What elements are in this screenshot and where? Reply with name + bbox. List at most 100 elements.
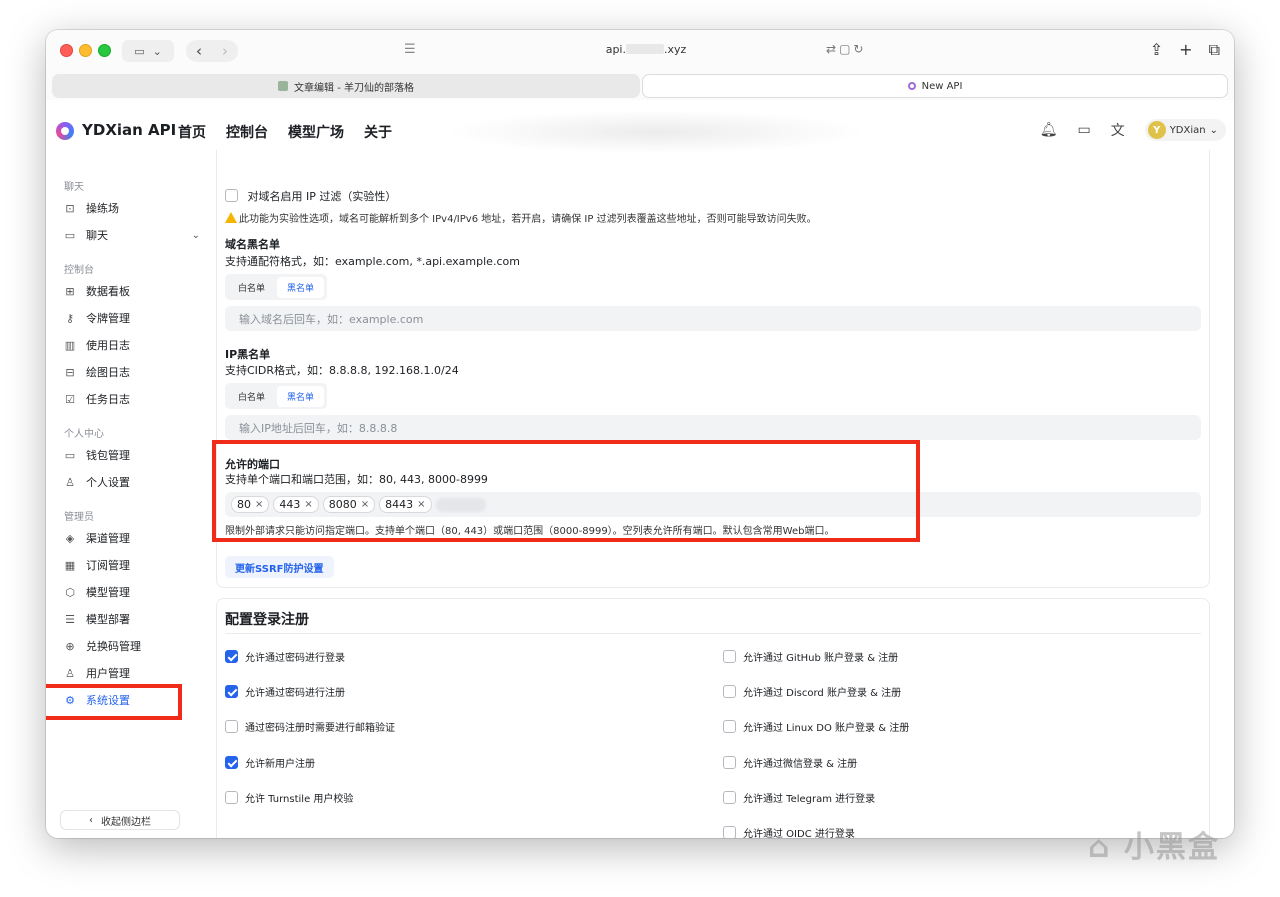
sidebar-panel-icon: ▭	[134, 44, 145, 58]
minimize-window-button[interactable]	[79, 44, 92, 57]
wallet-icon: ▭	[64, 448, 76, 462]
browser-tab-blog[interactable]: 文章编辑 - 羊刀仙的部落格	[52, 74, 640, 98]
option-linuxdo-login[interactable]: 允许通过 Linux DO 账户登录 & 注册	[723, 719, 909, 734]
sidebar-item-usage-log[interactable]: ▥ 使用日志	[64, 333, 200, 357]
sidebar-item-subscriptions[interactable]: ▦ 订阅管理	[64, 553, 200, 577]
domain-input[interactable]: 输入域名后回车，如：example.com	[225, 306, 1201, 331]
language-icon[interactable]: 文	[1111, 120, 1125, 140]
ip-whitelist-option[interactable]: 白名单	[228, 386, 275, 407]
sidebar-group-admin: 管理员	[64, 512, 94, 523]
option-turnstile[interactable]: 允许 Turnstile 用户校验	[225, 790, 353, 805]
sidebar-item-personal-settings[interactable]: ♙ 个人设置	[64, 470, 200, 494]
app-title[interactable]: YDXian API	[82, 121, 176, 139]
sidebar-item-task-log[interactable]: ☑ 任务日志	[64, 387, 200, 411]
browser-tabbar: 文章编辑 - 羊刀仙的部落格 New API	[46, 72, 1234, 100]
sidebar-item-users[interactable]: ♙ 用户管理	[64, 661, 200, 685]
divider	[225, 633, 1201, 634]
browser-titlebar: ▭ ⌄ ‹ › ☰ api. .xyz ⇄▢↻ ⇪ + ⧉	[46, 30, 1234, 72]
user-name: YDXian	[1169, 124, 1206, 136]
chevron-left-icon: ‹	[89, 814, 93, 826]
page-settings-icon[interactable]: ☰	[404, 42, 416, 57]
checkbox[interactable]	[225, 650, 238, 663]
checkbox[interactable]	[723, 791, 736, 804]
checkbox[interactable]	[723, 826, 736, 838]
option-new-user-register[interactable]: 允许新用户注册	[225, 755, 315, 770]
checkbox[interactable]	[225, 756, 238, 769]
ip-blacklist-option[interactable]: 黑名单	[277, 385, 325, 407]
sidebar-group-chat: 聊天	[64, 182, 84, 193]
update-ssrf-button[interactable]: 更新SSRF防护设置	[225, 556, 334, 578]
option-github-login[interactable]: 允许通过 GitHub 账户登录 & 注册	[723, 649, 898, 664]
back-icon[interactable]: ‹	[196, 42, 202, 60]
checklist-icon: ☑	[65, 392, 75, 406]
sidebar-item-drawing-log[interactable]: ⊟ 绘图日志	[64, 360, 200, 384]
redacted-blur	[446, 110, 866, 154]
redacted-mask	[625, 44, 664, 54]
option-oidc-login[interactable]: 允许通过 OIDC 进行登录	[723, 825, 855, 838]
sidebar-item-deployments[interactable]: ☰ 模型部署	[64, 607, 200, 631]
tab-overview-icon[interactable]: ⧉	[1209, 40, 1220, 60]
sidebar-item-dashboard[interactable]: ⊞ 数据看板	[64, 279, 200, 303]
sidebar-item-playground[interactable]: ⊡ 操练场	[64, 196, 200, 220]
new-tab-icon[interactable]: +	[1179, 40, 1192, 60]
sidebar-item-models[interactable]: ⬡ 模型管理	[64, 580, 200, 604]
monitor-icon[interactable]: ▭	[1077, 122, 1090, 138]
sidebar-toggle-button[interactable]: ▭ ⌄	[122, 40, 174, 62]
sidebar: 聊天 ⊡ 操练场 ▭ 聊天 ⌄ 控制台 ⊞ 数据看板 ⚷ 令牌管理 ▥ 使用日志 ⊟ 绘图日志…	[46, 154, 214, 838]
ip-input[interactable]: 输入IP地址后回车，如：8.8.8.8	[225, 415, 1201, 440]
app-header: YDXian API 首页 控制台 模型广场 关于 🔔︎ ▭ 文 Y YDXia…	[46, 110, 1234, 154]
option-wechat-login[interactable]: 允许通过微信登录 & 注册	[723, 755, 857, 770]
option-discord-login[interactable]: 允许通过 Discord 账户登录 & 注册	[723, 684, 901, 699]
option-telegram-login[interactable]: 允许通过 Telegram 进行登录	[723, 790, 875, 805]
layers-icon: ◈	[65, 531, 75, 545]
domain-whitelist-option[interactable]: 白名单	[228, 277, 275, 298]
zoom-window-button[interactable]	[98, 44, 111, 57]
main-content: 对域名启用 IP 过滤（实验性） 此功能为实验性选项，域名可能解析到多个 IPv…	[212, 150, 1234, 838]
grid-icon: ⊞	[65, 284, 75, 298]
chat-bubble-icon: ▭	[64, 228, 76, 242]
sidebar-item-wallet[interactable]: ▭ 钱包管理	[64, 443, 200, 467]
checkbox[interactable]	[225, 685, 238, 698]
header-actions: 🔔︎ ▭ 文 Y YDXian ⌄	[1040, 119, 1226, 141]
reload-icon[interactable]: ↻	[853, 42, 866, 56]
sidebar-item-tokens[interactable]: ⚷ 令牌管理	[64, 306, 200, 330]
user-menu[interactable]: Y YDXian ⌄	[1144, 119, 1226, 141]
blog-favicon-icon	[278, 81, 289, 91]
sidebar-item-channels[interactable]: ◈ 渠道管理	[64, 526, 200, 550]
sidebar-item-redeem[interactable]: ⊕ 兑换码管理	[64, 634, 200, 658]
nav-home[interactable]: 首页	[178, 122, 206, 142]
address-bar[interactable]: api. .xyz	[516, 43, 776, 56]
option-email-verification[interactable]: 通过密码注册时需要进行邮箱验证	[225, 719, 395, 734]
collapse-sidebar-button[interactable]: ‹ 收起侧边栏	[60, 810, 180, 830]
warning-icon	[225, 212, 237, 223]
forward-icon[interactable]: ›	[222, 42, 228, 60]
bell-icon[interactable]: 🔔︎	[1040, 122, 1058, 138]
close-window-button[interactable]	[60, 44, 73, 57]
nav-console[interactable]: 控制台	[226, 122, 268, 142]
translate-icon[interactable]: ⇄	[826, 42, 839, 56]
domain-ip-filter-option[interactable]: 对域名启用 IP 过滤（实验性）	[225, 188, 396, 204]
reader-icon[interactable]: ▢	[839, 42, 853, 56]
watermark-logo-icon: ⌂	[1088, 830, 1124, 865]
checkbox[interactable]	[225, 791, 238, 804]
share-icon[interactable]: ⇪	[1150, 40, 1163, 60]
checkbox[interactable]	[723, 756, 736, 769]
nav-model-market[interactable]: 模型广场	[288, 122, 344, 142]
checkbox[interactable]	[225, 720, 238, 733]
browser-tab-new-api[interactable]: New API	[642, 74, 1228, 98]
server-icon: ☰	[65, 612, 75, 626]
nav-about[interactable]: 关于	[364, 122, 392, 142]
address-tools: ⇄▢↻	[826, 42, 866, 56]
app-logo-icon	[56, 122, 74, 140]
sidebar-group-personal: 个人中心	[64, 429, 104, 440]
chevron-down-icon: ⌄	[191, 229, 200, 241]
option-password-register[interactable]: 允许通过密码进行注册	[225, 684, 345, 699]
option-password-login[interactable]: 允许通过密码进行登录	[225, 649, 345, 664]
sidebar-item-chat[interactable]: ▭ 聊天 ⌄	[64, 223, 200, 247]
checkbox[interactable]	[723, 720, 736, 733]
domain-list-desc: 支持通配符格式，如：example.com, *.api.example.com	[225, 255, 520, 268]
domain-ip-filter-checkbox[interactable]	[225, 189, 238, 202]
domain-blacklist-option[interactable]: 黑名单	[277, 276, 325, 298]
checkbox[interactable]	[723, 650, 736, 663]
checkbox[interactable]	[723, 685, 736, 698]
